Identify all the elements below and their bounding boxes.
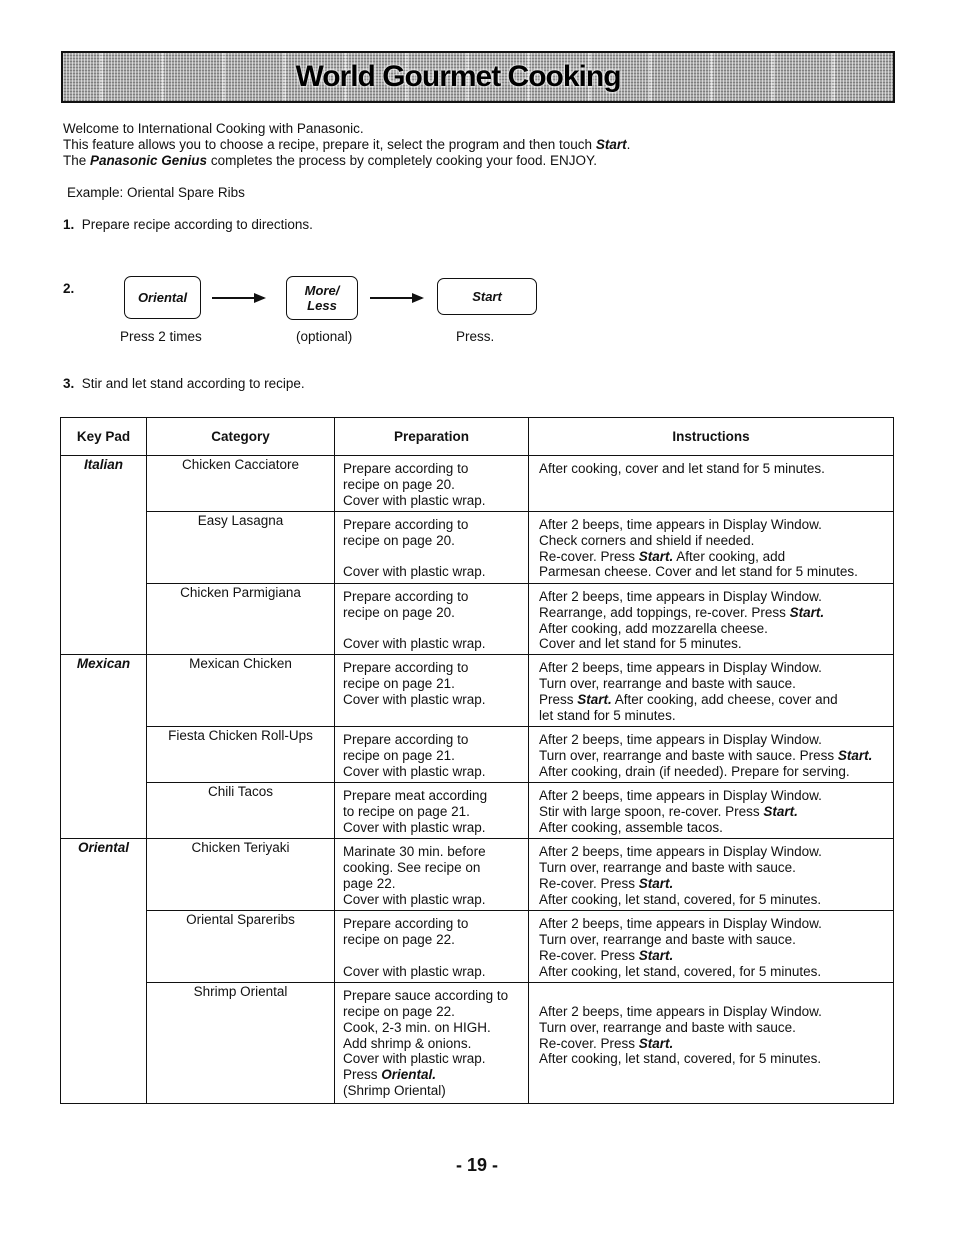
keypad-cell: Mexican — [60, 654, 147, 840]
keyword-emphasis: Start. — [789, 604, 825, 620]
intro-line-2: This feature allows you to choose a reci… — [63, 137, 631, 152]
category-cell: Chicken Cacciatore — [146, 455, 335, 512]
panasonic-genius-emphasis: Panasonic Genius — [90, 153, 208, 168]
intro-line-3: The Panasonic Genius completes the proce… — [63, 153, 598, 168]
arrow-right-icon — [212, 293, 266, 303]
keypad-cell: Italian — [60, 454, 147, 656]
step-3-text: Stir and let stand according to recipe. — [81, 376, 305, 391]
instructions-cell: After 2 beeps, time appears in Display W… — [528, 910, 894, 984]
keyword-emphasis: Start. — [577, 691, 612, 707]
table-row: Oriental Chicken Teriyaki Marinate 30 min.… — [60, 838, 894, 1105]
page-title: World Gourmet Cooking — [295, 60, 621, 93]
step-3: 3. Stir and let stand according to recip… — [63, 376, 305, 391]
instructions-cell: After 2 beeps, time appears in Display W… — [528, 838, 894, 912]
category-cell: Shrimp Oriental — [146, 982, 335, 1105]
preparation-cell: Prepare sauce according to recipe on pag… — [334, 982, 529, 1105]
preparation-cell: Prepare according to recipe on page 20. … — [334, 511, 529, 584]
keypad-cell: Oriental — [60, 838, 147, 1105]
example-text: Example: Oriental Spare Ribs — [67, 185, 245, 200]
category-cell: Chicken Parmigiana — [146, 582, 335, 656]
more-less-key-button: More/Less — [286, 276, 358, 320]
step-1-text: Prepare recipe according to directions. — [81, 217, 313, 232]
category-cell: Easy Lasagna — [146, 511, 335, 584]
instructions-cell: After cooking, cover and let stand for 5… — [528, 455, 894, 512]
instructions-cell: After 2 beeps, time appears in Display W… — [528, 782, 894, 840]
step-2-number: 2. — [63, 281, 75, 296]
category-cell: Chili Tacos — [146, 782, 335, 840]
oriental-key-button: Oriental — [124, 276, 201, 319]
more-less-key-caption: (optional) — [296, 329, 353, 344]
preparation-cell: Prepare according to recipe on page 20. … — [334, 455, 529, 512]
start-key-caption: Press. — [456, 329, 495, 344]
preparation-cell: Prepare according to recipe on page 21. … — [334, 726, 529, 784]
category-cell: Mexican Chicken — [146, 654, 335, 728]
table-row: Oriental Spareribs Prepare according to r… — [61, 910, 894, 984]
instructions-cell: After 2 beeps, time appears in Display W… — [528, 582, 894, 656]
recipe-table: Key Pad Category Preparation Instruction… — [60, 417, 894, 1105]
keyword-emphasis: Oriental. — [381, 1067, 437, 1083]
table-row: Chili Tacos Prepare meat according to rec… — [61, 782, 894, 840]
category-cell: Oriental Spareribs — [146, 910, 335, 984]
header-key-pad: Key Pad — [60, 417, 147, 456]
table-row: Chicken Parmigiana Prepare according to r… — [61, 582, 894, 656]
step-1-number: 1. — [63, 217, 75, 232]
start-emphasis: Start — [595, 137, 627, 152]
preparation-cell: Marinate 30 min. before cooking. See rec… — [334, 838, 529, 912]
keyword-emphasis: Start. — [837, 747, 873, 763]
step-3-number: 3. — [63, 376, 75, 391]
preparation-cell: Prepare according to recipe on page 20. … — [334, 582, 529, 656]
page-number: - 19 - — [455, 1155, 498, 1175]
instructions-cell: After 2 beeps, time appears in Display W… — [528, 654, 894, 728]
category-cell: Chicken Teriyaki — [146, 838, 335, 912]
keyword-emphasis: Start. — [638, 1035, 674, 1051]
step-1: 1. Prepare recipe according to direction… — [63, 217, 313, 232]
table-row: Italian Chicken Cacciatore Prepare accordi… — [60, 454, 894, 656]
preparation-cell: Prepare according to recipe on page 22. … — [334, 910, 529, 984]
intro-line-1: Welcome to International Cooking with Pa… — [63, 121, 364, 136]
page-banner: World Gourmet Cooking — [61, 51, 895, 103]
preparation-cell: Prepare meat according to recipe on page… — [334, 782, 529, 840]
category-cell: Fiesta Chicken Roll-Ups — [146, 726, 335, 784]
keyword-emphasis: Start. — [763, 803, 798, 819]
table-row: Easy Lasagna Prepare according to recipe … — [61, 511, 894, 584]
instructions-cell: After 2 beeps, time appears in Display W… — [528, 511, 894, 584]
keyword-emphasis: Start. — [638, 548, 674, 564]
arrow-right-icon — [370, 293, 424, 303]
table-row: Fiesta Chicken Roll-Ups Prepare according… — [61, 726, 894, 784]
keyword-emphasis: Start. — [638, 947, 674, 963]
start-key-button: Start — [437, 278, 537, 315]
table-row: Mexican Mexican Chicken Prepare according … — [60, 654, 894, 840]
oriental-key-caption: Press 2 times — [120, 329, 202, 344]
intro-paragraph: Welcome to International Cooking with Pa… — [63, 121, 630, 169]
keyword-emphasis: Start. — [638, 875, 674, 891]
header-preparation: Preparation — [334, 417, 529, 456]
preparation-cell: Prepare according to recipe on page 21. … — [334, 654, 529, 728]
table-row: Shrimp Oriental Prepare sauce according t… — [61, 982, 894, 1105]
instructions-cell: After 2 beeps, time appears in Display W… — [528, 726, 894, 784]
header-instructions: Instructions — [528, 417, 894, 456]
instructions-cell: After 2 beeps, time appears in Display W… — [528, 982, 894, 1105]
header-category: Category — [146, 417, 335, 456]
table-header-row: Key Pad Category Preparation Instruction… — [60, 417, 894, 456]
